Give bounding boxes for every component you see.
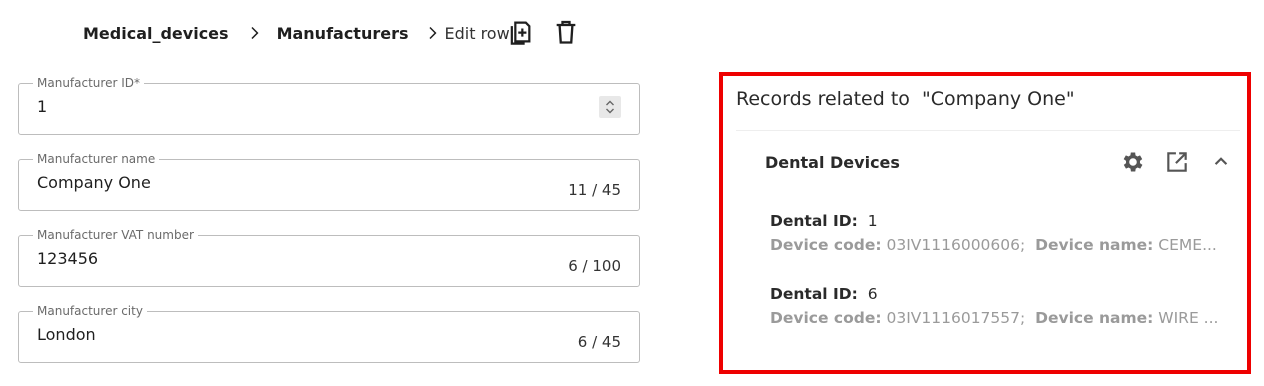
record-name-label: Device name:: [1035, 309, 1154, 327]
character-counter: 6 / 100: [568, 257, 621, 275]
breadcrumb-root-link[interactable]: Medical_devices: [83, 24, 229, 43]
number-stepper[interactable]: [599, 96, 621, 118]
open-in-new-icon[interactable]: [1164, 149, 1190, 175]
record-code-value: 03IV1116000606;: [886, 236, 1026, 254]
related-records-panel: Records related to "Company One" Dental …: [719, 72, 1251, 374]
record-id-value: 1: [867, 212, 878, 230]
row-toolbar: [506, 18, 580, 46]
breadcrumb-current: Edit row: [444, 23, 510, 43]
related-records-title: Records related to "Company One": [736, 88, 1075, 110]
field-label: Manufacturer ID*: [33, 76, 144, 90]
manufacturer-vat-input[interactable]: 123456: [37, 249, 517, 268]
record-name-label: Device name:: [1035, 236, 1154, 254]
record-id-label: Dental ID:: [770, 212, 858, 230]
record-id-value: 6: [867, 285, 878, 303]
manufacturer-city-field[interactable]: Manufacturer city London 6 / 45: [18, 304, 640, 363]
field-label: Manufacturer city: [33, 304, 147, 318]
gear-icon[interactable]: [1120, 149, 1146, 175]
record-id-label: Dental ID:: [770, 285, 858, 303]
field-label: Manufacturer name: [33, 152, 160, 166]
list-item[interactable]: Dental ID: 6 Device code: 03IV1116017557…: [770, 282, 1230, 330]
field-label: Manufacturer VAT number: [33, 228, 198, 242]
record-name-value: WIRE ...: [1158, 309, 1219, 327]
manufacturer-city-input[interactable]: London: [37, 325, 517, 344]
character-counter: 6 / 45: [577, 333, 621, 351]
breadcrumb-table-link[interactable]: Manufacturers: [277, 24, 409, 43]
manufacturer-vat-field[interactable]: Manufacturer VAT number 123456 6 / 100: [18, 228, 640, 287]
record-code-value: 03IV1116017557;: [886, 309, 1026, 327]
character-counter: 11 / 45: [568, 181, 621, 199]
chevron-up-icon[interactable]: [1208, 149, 1234, 175]
record-code-label: Device code:: [770, 236, 882, 254]
manufacturer-name-field[interactable]: Manufacturer name Company One 11 / 45: [18, 152, 640, 211]
chevron-right-icon: [245, 24, 263, 42]
delete-row-icon[interactable]: [552, 18, 580, 46]
list-item[interactable]: Dental ID: 1 Device code: 03IV1116000606…: [770, 209, 1230, 257]
duplicate-row-icon[interactable]: [506, 18, 534, 46]
manufacturer-id-field[interactable]: Manufacturer ID* 1: [18, 76, 640, 135]
chevron-right-icon: [423, 24, 441, 42]
manufacturer-name-input[interactable]: Company One: [37, 173, 517, 192]
related-table-card: Dental Devices Dental ID: 1 Device code:…: [736, 130, 1240, 363]
card-actions: [1120, 149, 1234, 175]
related-table-title: Dental Devices: [765, 153, 900, 172]
breadcrumb: Medical_devices Manufacturers Edit row: [83, 18, 510, 48]
record-name-value: CEME...: [1158, 236, 1217, 254]
record-code-label: Device code:: [770, 309, 882, 327]
manufacturer-id-input[interactable]: 1: [37, 97, 517, 116]
